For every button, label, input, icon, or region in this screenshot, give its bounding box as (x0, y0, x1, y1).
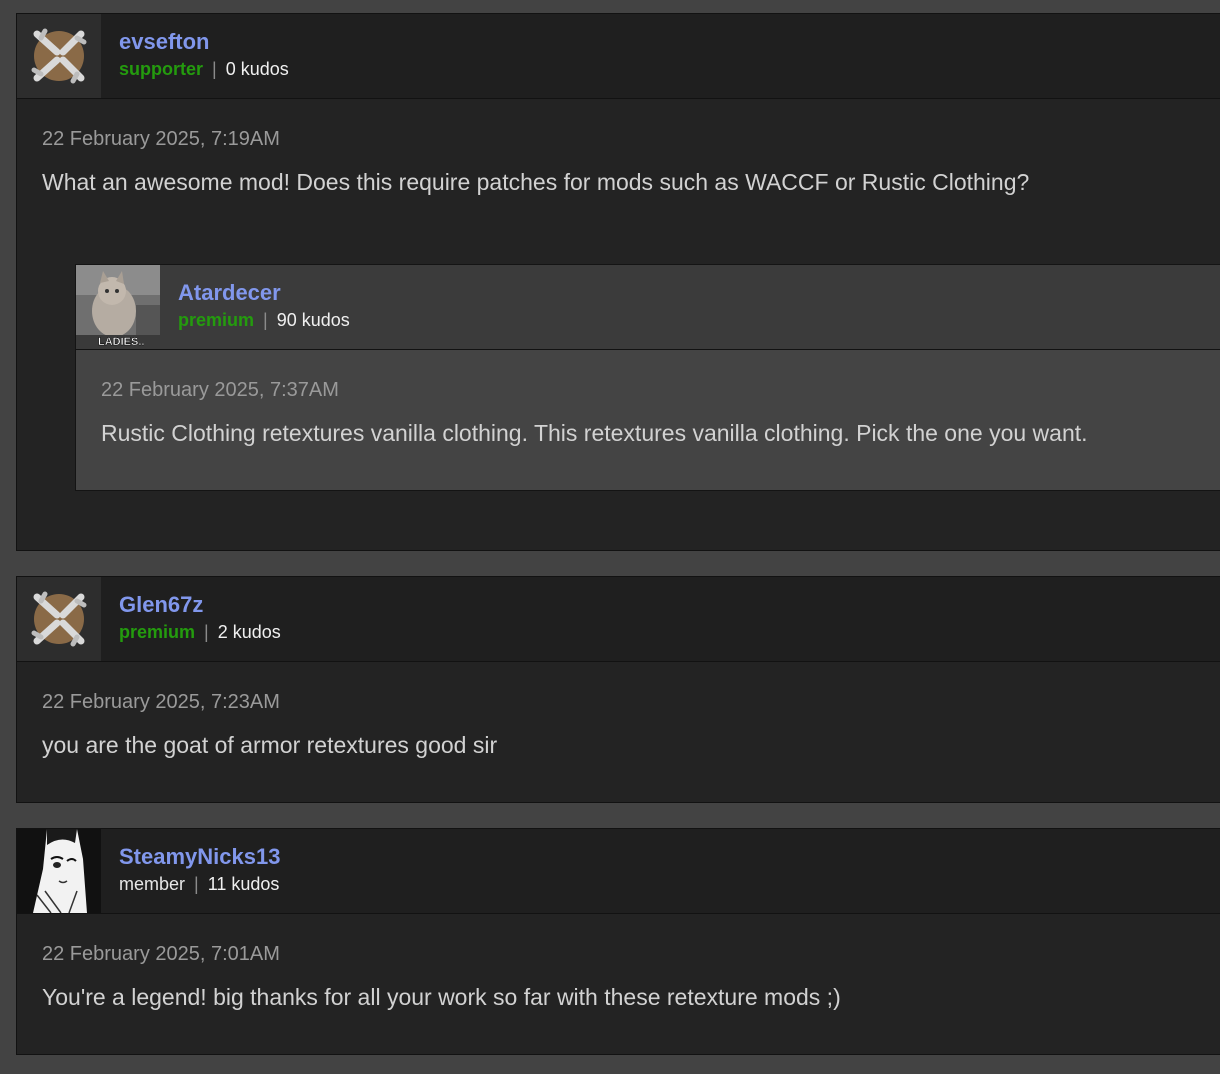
comment-text: You're a legend! big thanks for all your… (42, 984, 841, 1010)
comment: evsefton supporter | 0 kudos 22 February 2… (16, 13, 1220, 551)
comment-text: What an awesome mod! Does this require p… (42, 169, 1030, 195)
comment: SteamyNicks13 member | 11 kudos 22 Februar… (16, 828, 1220, 1055)
user-role-badge: premium (119, 622, 196, 642)
comment-date: 22 February 2025, 7:19AM (42, 128, 280, 150)
svg-text:LADIES..: LADIES.. (98, 336, 144, 348)
user-role-badge: supporter (119, 59, 204, 79)
nexus-logo-icon (17, 577, 101, 661)
manga-portrait-icon (17, 829, 101, 913)
comment-header: SteamyNicks13 member | 11 kudos (17, 829, 1220, 914)
reply-header: LADIES.. Atardecer premium | 90 kudos (76, 265, 1220, 350)
meta-separator: | (263, 310, 268, 330)
username-link[interactable]: evsefton (119, 29, 209, 55)
meta-separator: | (194, 874, 199, 894)
cat-photo-icon: LADIES.. (76, 265, 160, 349)
comment: Glen67z premium | 2 kudos 22 February 2025… (16, 576, 1220, 803)
reply-comment: LADIES.. Atardecer premium | 90 kudos 22 F… (75, 264, 1220, 491)
user-role-badge: member (119, 874, 186, 894)
comment-text: Rustic Clothing retextures vanilla cloth… (101, 420, 1088, 446)
avatar[interactable]: LADIES.. (76, 265, 160, 349)
kudos-count: 0 kudos (225, 59, 289, 79)
meta-separator: | (212, 59, 217, 79)
kudos-count: 2 kudos (217, 622, 281, 642)
avatar[interactable] (17, 577, 101, 661)
user-meta: premium | 2 kudos (119, 621, 281, 643)
avatar[interactable] (17, 829, 101, 913)
comment-date: 22 February 2025, 7:01AM (42, 943, 280, 965)
user-meta: supporter | 0 kudos (119, 58, 289, 80)
comment-text: you are the goat of armor retextures goo… (42, 732, 498, 758)
comment-header: Glen67z premium | 2 kudos (17, 577, 1220, 662)
kudos-count: 11 kudos (207, 874, 280, 894)
username-link[interactable]: SteamyNicks13 (119, 844, 280, 870)
meta-separator: | (204, 622, 209, 642)
nexus-logo-icon (17, 14, 101, 98)
username-link[interactable]: Glen67z (119, 592, 203, 618)
avatar[interactable] (17, 14, 101, 98)
user-role-badge: premium (178, 310, 255, 330)
comment-header: evsefton supporter | 0 kudos (17, 14, 1220, 99)
username-link[interactable]: Atardecer (178, 280, 281, 306)
kudos-count: 90 kudos (276, 310, 350, 330)
user-meta: member | 11 kudos (119, 873, 279, 895)
user-meta: premium | 90 kudos (178, 309, 350, 331)
comment-date: 22 February 2025, 7:23AM (42, 691, 280, 713)
comment-date: 22 February 2025, 7:37AM (101, 379, 339, 401)
